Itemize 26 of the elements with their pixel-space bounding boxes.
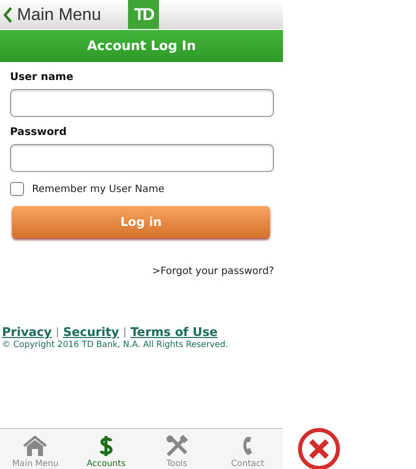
checkbox-label: Remember my User Name (32, 184, 164, 194)
logo: TD (128, 0, 159, 29)
field-label: Password (10, 126, 68, 138)
field-label: User name (10, 71, 74, 83)
dollar-icon (98, 435, 114, 457)
tab[interactable]: Tools (146, 429, 207, 469)
checkbox[interactable] (10, 182, 24, 196)
password-field[interactable] (10, 144, 274, 172)
username-field[interactable] (10, 89, 274, 117)
back-link[interactable]: Main Menu (0, 4, 102, 24)
footer-link[interactable]: Security (63, 325, 120, 339)
footer-link[interactable]: Privacy (2, 325, 52, 339)
page-title: Account Log In (87, 38, 196, 54)
separator: | (56, 326, 60, 338)
separator: | (123, 326, 126, 338)
tab[interactable]: Main Menu (5, 429, 66, 469)
phone-icon (240, 435, 255, 457)
chevron-icon (3, 6, 13, 22)
footer-link[interactable]: Terms of Use (130, 325, 218, 339)
house-icon (23, 435, 48, 457)
close-icon[interactable] (297, 426, 341, 469)
tools-icon (164, 435, 189, 457)
tab[interactable]: Contact (218, 429, 278, 469)
tab[interactable]: Accounts (76, 429, 136, 469)
copyright-text: © Copyright 2016 TD Bank, N.A. All Rights Reserved. (2, 340, 230, 350)
forgot-password-link[interactable]: >Forgot your password? (152, 266, 274, 277)
